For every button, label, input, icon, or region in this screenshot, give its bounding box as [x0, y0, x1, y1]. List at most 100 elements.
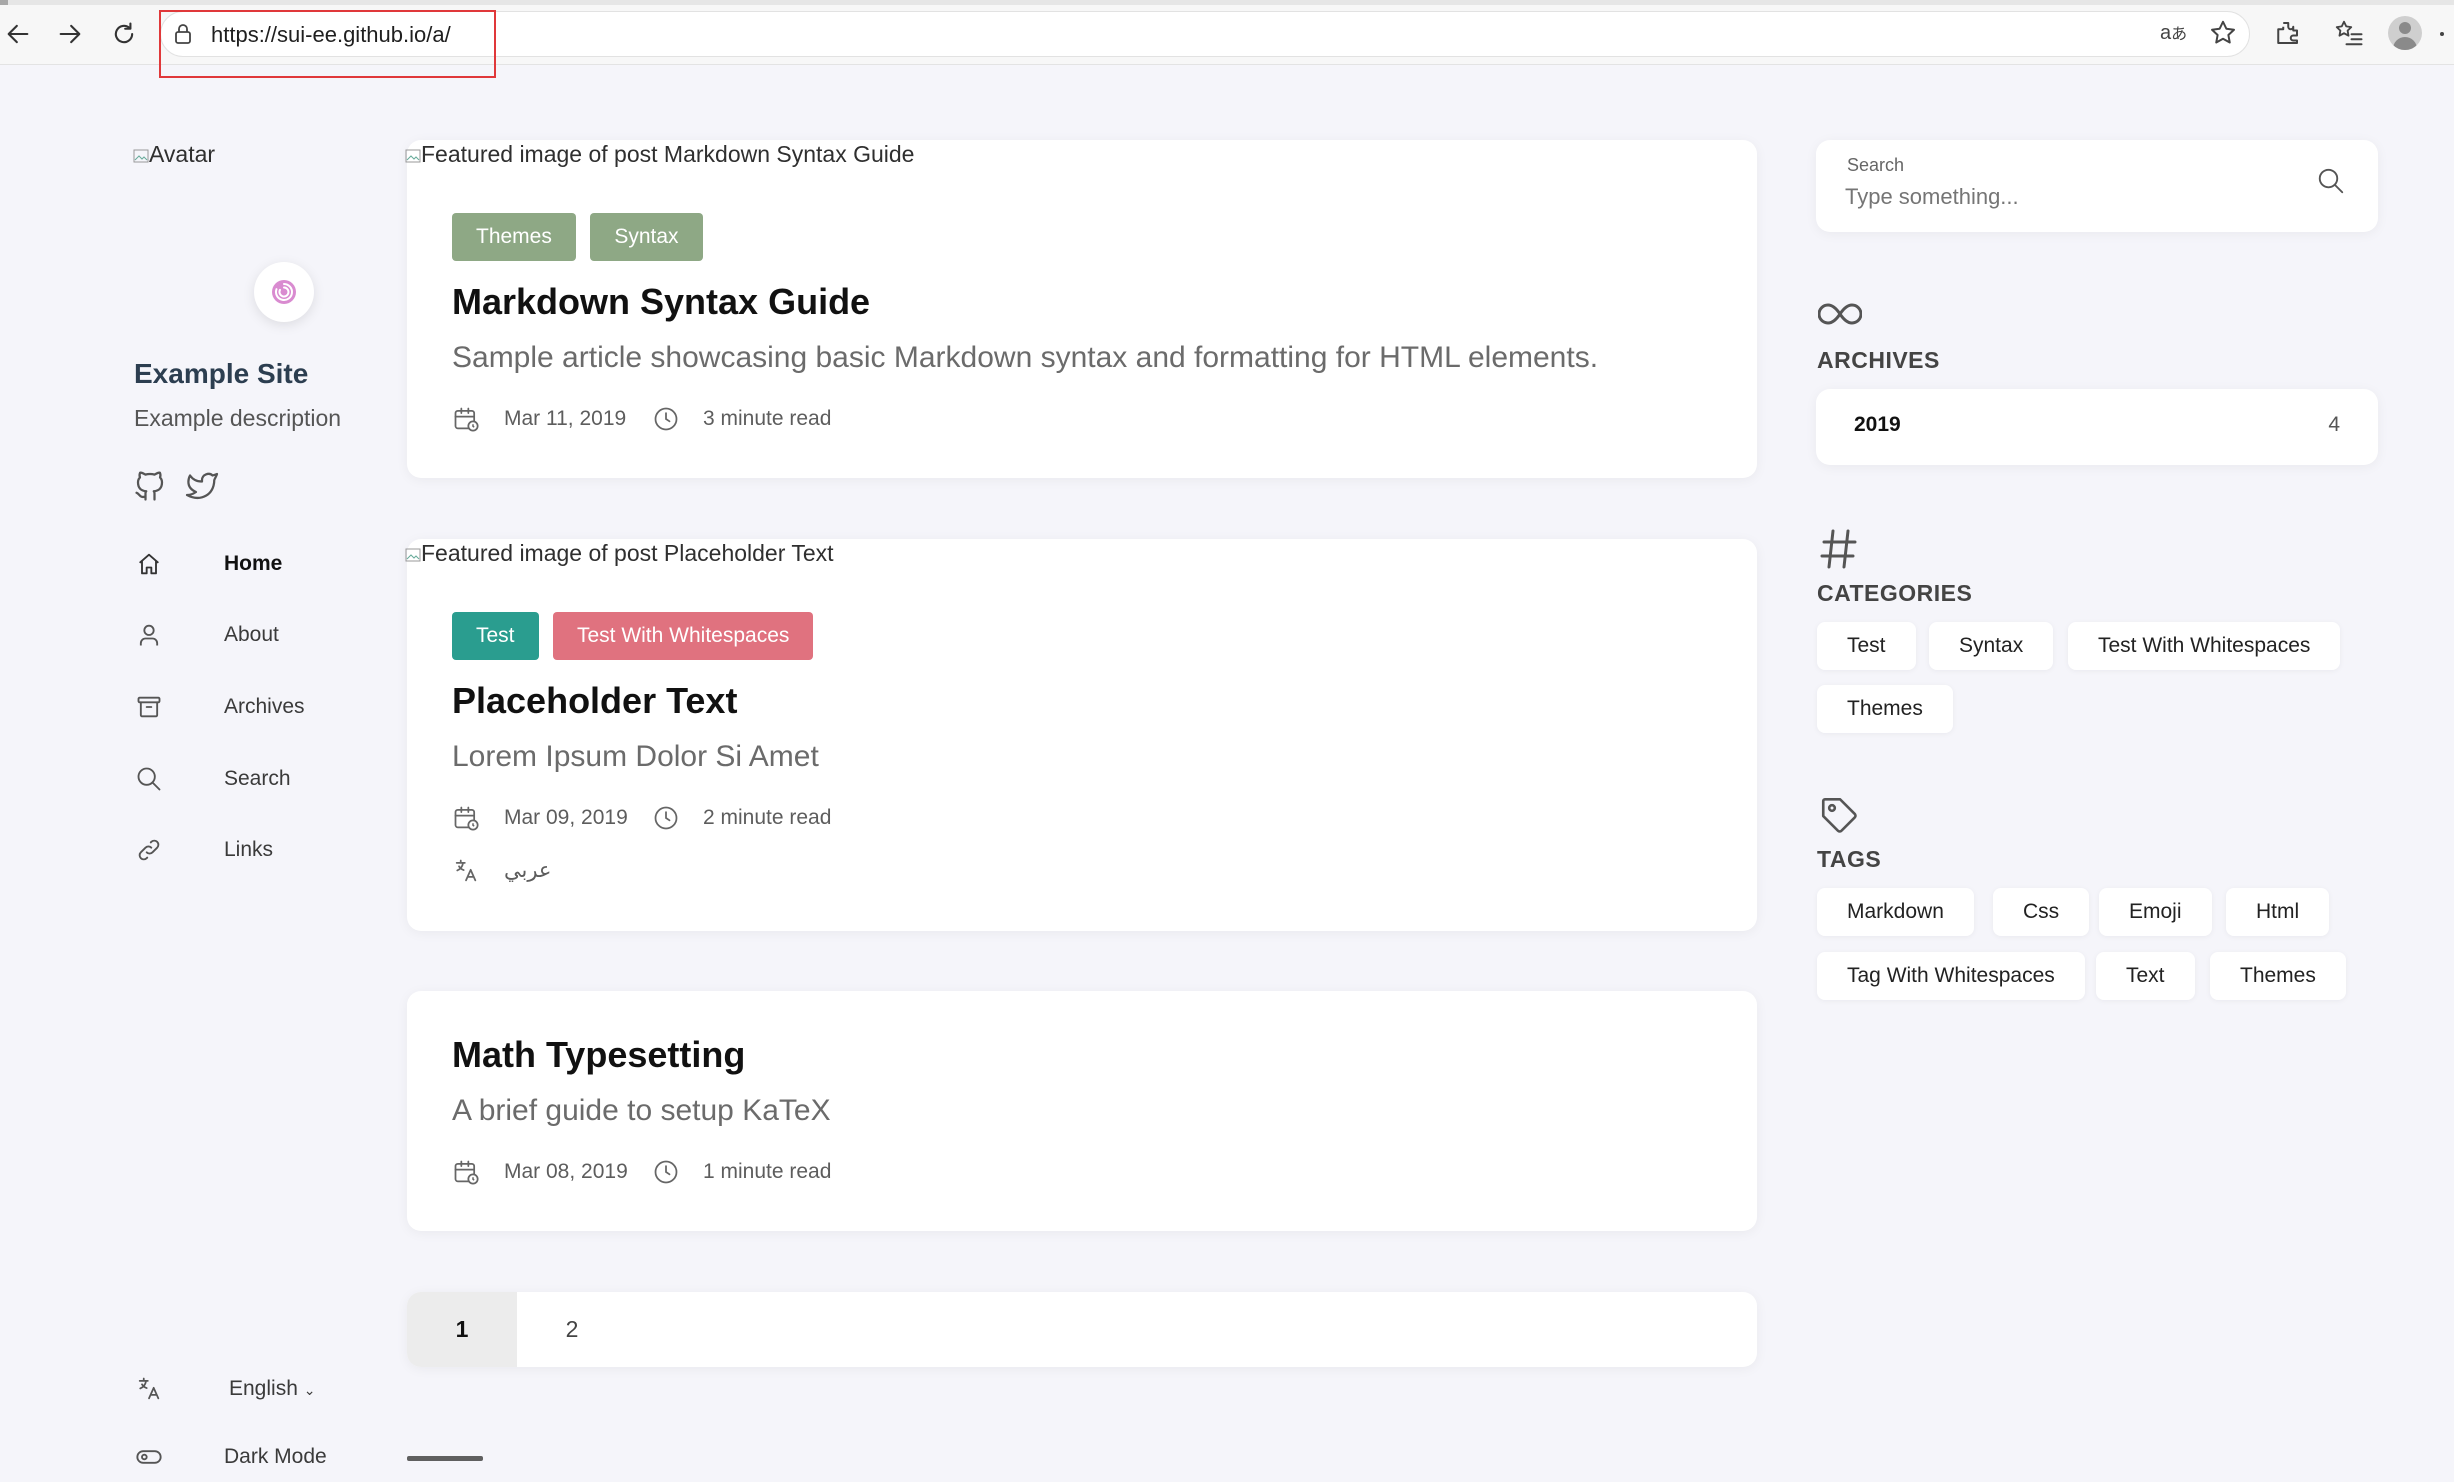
archive-icon	[134, 692, 164, 722]
clock-icon	[652, 1158, 680, 1186]
forward-button[interactable]	[48, 12, 92, 56]
language-select[interactable]: English ⌄	[229, 1377, 315, 1401]
page-link[interactable]: 2	[517, 1292, 627, 1367]
dark-mode-toggle[interactable]: Dark Mode	[134, 1433, 327, 1481]
post-title[interactable]: Markdown Syntax Guide	[452, 281, 870, 323]
categories-title: CATEGORIES	[1817, 580, 1973, 606]
translate-page-icon[interactable]: aあ	[2160, 20, 2187, 45]
footer-divider	[407, 1456, 483, 1461]
featured-image-alt: Featured image of post Markdown Syntax G…	[421, 141, 915, 167]
translation-link[interactable]: عربي	[504, 858, 551, 883]
calendar-icon	[452, 405, 480, 433]
avatar: Avatar	[133, 141, 215, 168]
twitter-icon[interactable]	[184, 468, 220, 504]
featured-image[interactable]: Featured image of post Markdown Syntax G…	[405, 141, 914, 168]
language-selector[interactable]: English ⌄	[134, 1365, 315, 1413]
category-pill[interactable]: Syntax	[1929, 622, 2054, 670]
refresh-icon	[114, 22, 134, 44]
dark-mode-label: Dark Mode	[224, 1445, 327, 1468]
tag-pill[interactable]: Tag With Whitespaces	[1817, 952, 2085, 1000]
clock-icon	[652, 405, 680, 433]
site-title[interactable]: Example Site	[134, 358, 308, 390]
post-subtitle: Lorem Ipsum Dolor Si Amet	[452, 740, 819, 773]
category-tag[interactable]: Test With Whitespaces	[552, 612, 814, 660]
tag-pill[interactable]: Text	[2096, 952, 2195, 1000]
post-title[interactable]: Math Typesetting	[452, 1034, 745, 1076]
featured-image-alt: Featured image of post Placeholder Text	[421, 540, 834, 566]
menu-item-home[interactable]: Home	[134, 540, 282, 588]
broken-image-icon	[133, 148, 149, 164]
post-subtitle: Sample article showcasing basic Markdown…	[452, 341, 1599, 374]
post-categories: Test Test With Whitespaces	[452, 612, 814, 660]
search-icon	[134, 764, 164, 794]
category-pill[interactable]: Test With Whitespaces	[2068, 622, 2341, 670]
cyclone-emoji-icon	[272, 280, 296, 304]
language-label: English	[229, 1377, 298, 1400]
home-icon	[134, 549, 164, 579]
page-link-current[interactable]: 1	[407, 1292, 517, 1367]
menu-item-about[interactable]: About	[134, 611, 279, 659]
post-card	[407, 539, 1757, 931]
tag-pill[interactable]: Themes	[2210, 952, 2346, 1000]
post-date: Mar 09, 2019	[504, 806, 628, 829]
calendar-icon	[452, 804, 480, 832]
menu-item-label: About	[224, 623, 279, 646]
infinity-icon	[1818, 297, 1862, 331]
favorites-list-icon[interactable]	[2334, 18, 2364, 48]
hash-icon	[1820, 528, 1858, 570]
archive-year-row[interactable]: 2019 4	[1816, 389, 2378, 465]
more-menu-icon[interactable]	[2440, 32, 2444, 36]
menu-item-links[interactable]: Links	[134, 826, 273, 874]
site-description: Example description	[134, 405, 342, 431]
search-input[interactable]	[1845, 180, 2285, 214]
reload-button[interactable]	[102, 12, 146, 56]
search-label: Search	[1847, 155, 1905, 175]
category-tag[interactable]: Syntax	[590, 213, 703, 261]
avatar-alt-text: Avatar	[149, 141, 216, 167]
broken-image-icon	[405, 547, 421, 563]
archives-title: ARCHIVES	[1817, 347, 1940, 373]
user-icon	[134, 620, 164, 650]
tag-pill[interactable]: Css	[1993, 888, 2090, 936]
category-pill[interactable]: Test	[1817, 622, 1916, 670]
tag-pill[interactable]: Emoji	[2099, 888, 2212, 936]
calendar-icon	[452, 1158, 480, 1186]
profile-avatar-icon[interactable]	[2388, 16, 2422, 50]
tag-icon	[1818, 794, 1860, 836]
language-icon	[134, 1374, 164, 1404]
post-date: Mar 11, 2019	[504, 407, 627, 430]
post-read-time: 2 minute read	[703, 806, 832, 829]
menu-item-label: Search	[224, 767, 291, 790]
category-pill[interactable]: Themes	[1817, 685, 1953, 733]
menu-item-search[interactable]: Search	[134, 755, 291, 803]
post-subtitle: A brief guide to setup KaTeX	[452, 1094, 831, 1127]
github-icon[interactable]	[132, 468, 168, 504]
menu-item-label: Home	[224, 552, 283, 575]
post-title[interactable]: Placeholder Text	[452, 680, 737, 722]
post-read-time: 1 minute read	[703, 1160, 832, 1183]
arrow-left-icon	[7, 24, 29, 44]
menu-item-label: Links	[224, 838, 274, 861]
favorite-star-icon[interactable]	[2208, 18, 2238, 48]
menu-item-label: Archives	[224, 695, 305, 718]
tags-title: TAGS	[1817, 846, 1882, 872]
tag-pill[interactable]: Markdown	[1817, 888, 1974, 936]
arrow-right-icon	[59, 24, 81, 44]
post-categories: Themes Syntax	[452, 213, 703, 261]
link-icon	[134, 835, 164, 865]
category-tag[interactable]: Test	[452, 612, 539, 660]
featured-image[interactable]: Featured image of post Placeholder Text	[405, 540, 834, 567]
search-icon[interactable]	[2316, 166, 2346, 196]
extensions-icon[interactable]	[2272, 18, 2302, 48]
post-date: Mar 08, 2019	[504, 1160, 628, 1183]
toggle-icon	[134, 1442, 164, 1472]
category-tag[interactable]: Themes	[452, 213, 576, 261]
archive-year: 2019	[1854, 413, 1901, 436]
tag-pill[interactable]: Html	[2226, 888, 2330, 936]
back-button[interactable]	[0, 12, 40, 56]
pagination: 1 2	[407, 1292, 1757, 1367]
translation-icon	[452, 857, 480, 885]
menu-item-archives[interactable]: Archives	[134, 683, 305, 731]
chevron-down-icon: ⌄	[303, 1382, 316, 1398]
archive-count: 4	[2328, 413, 2340, 436]
